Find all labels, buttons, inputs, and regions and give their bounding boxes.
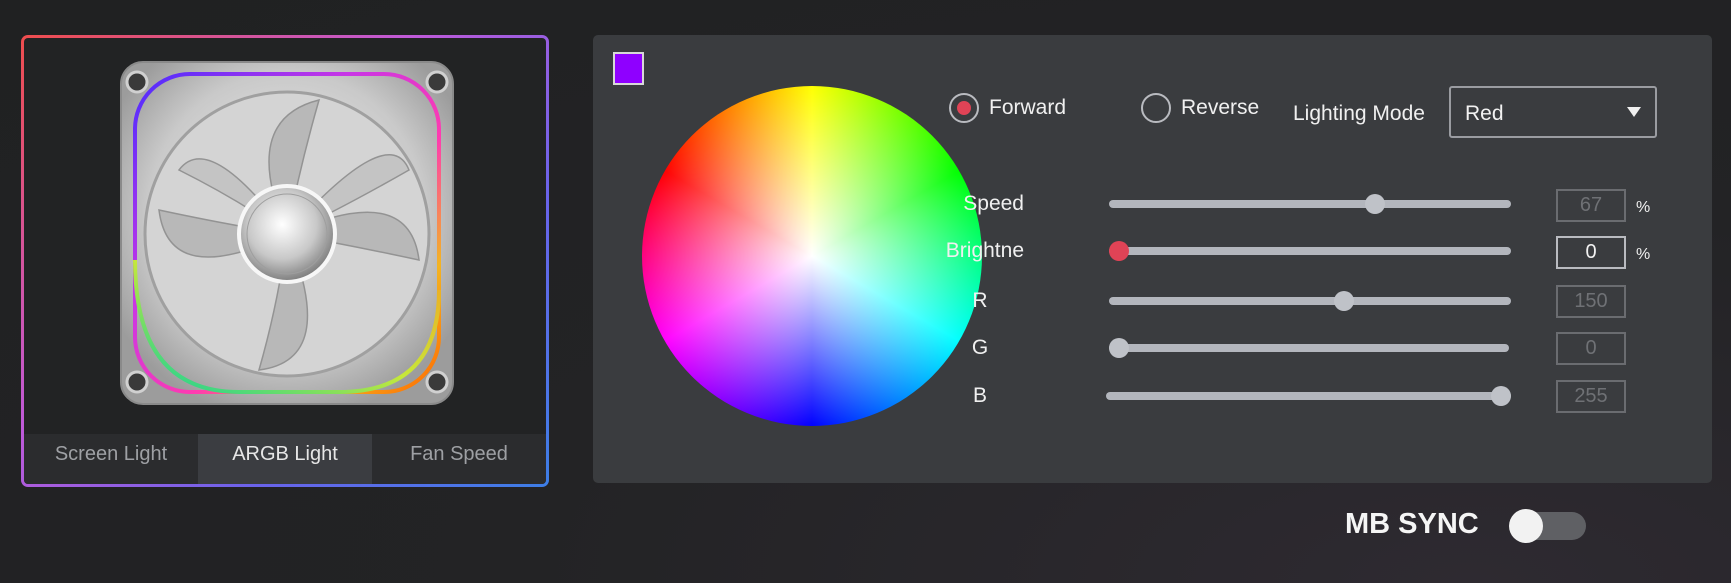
- slider-label-g: G: [971, 336, 989, 359]
- tab-fan-speed[interactable]: Fan Speed: [372, 434, 546, 484]
- slider-label-speed: Speed: [963, 192, 1024, 215]
- slider-unit-brightness: %: [1636, 246, 1651, 263]
- slider-thumb-b[interactable]: [1491, 386, 1511, 406]
- slider-label-b: B: [972, 384, 987, 407]
- lighting-mode-dropdown[interactable]: Red: [1449, 86, 1657, 138]
- slider-value-b[interactable]: 255: [1556, 380, 1626, 413]
- slider-unit-speed: %: [1636, 199, 1651, 216]
- reverse-radio-indicator: [1141, 93, 1171, 123]
- reverse-radio[interactable]: Reverse: [1141, 93, 1259, 123]
- slider-label-brightness: Brightne: [945, 239, 1024, 262]
- slider-value-r[interactable]: 150: [1556, 285, 1626, 318]
- tab-argb-light[interactable]: ARGB Light: [198, 434, 372, 484]
- lighting-mode-value: Red: [1465, 102, 1504, 125]
- slider-value-brightness[interactable]: 0: [1556, 236, 1626, 269]
- slider-track-b[interactable]: [1106, 392, 1511, 400]
- dropdown-arrow-icon: [1627, 107, 1641, 117]
- reverse-label: Reverse: [1181, 96, 1260, 119]
- slider-track-r[interactable]: [1109, 297, 1511, 305]
- forward-radio[interactable]: Forward: [949, 93, 1066, 123]
- forward-radio-indicator: [949, 93, 979, 123]
- forward-label: Forward: [989, 96, 1067, 119]
- slider-label-r: R: [972, 289, 988, 312]
- slider-value-g[interactable]: 0: [1556, 332, 1626, 365]
- mb-sync-toggle[interactable]: [1509, 509, 1586, 543]
- slider-thumb-brightness[interactable]: [1109, 241, 1129, 261]
- argb-settings-panel: Forward Reverse Lighting Mode Red Speed 6…: [593, 35, 1712, 483]
- preview-tabs: Screen Light ARGB Light Fan Speed: [24, 434, 546, 484]
- current-color-swatch[interactable]: [613, 52, 644, 85]
- slider-thumb-g[interactable]: [1109, 338, 1129, 358]
- slider-thumb-r[interactable]: [1333, 291, 1354, 311]
- fan-preview-image: [120, 61, 454, 405]
- slider-track-g[interactable]: [1109, 344, 1509, 352]
- fan-preview-card: Screen Light ARGB Light Fan Speed: [21, 35, 549, 487]
- slider-track-brightness[interactable]: [1109, 247, 1511, 255]
- slider-thumb-speed[interactable]: [1364, 194, 1385, 214]
- lighting-mode-label: Lighting Mode: [1293, 102, 1425, 125]
- tab-screen-light[interactable]: Screen Light: [24, 434, 198, 484]
- mb-sync-label: MB SYNC: [1345, 508, 1479, 540]
- mb-sync-toggle-knob: [1509, 509, 1543, 543]
- slider-track-speed[interactable]: [1109, 200, 1511, 208]
- slider-value-speed[interactable]: 67: [1556, 189, 1626, 222]
